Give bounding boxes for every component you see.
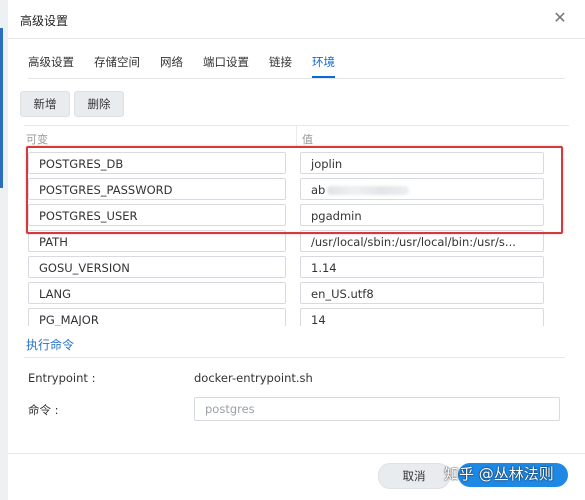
command-label: 命令 : [28, 403, 59, 417]
table-row: LANG en_US.utf8 [28, 282, 544, 304]
cancel-button[interactable]: 取消 [378, 463, 450, 489]
command-input[interactable]: postgres [194, 397, 560, 421]
table-row: GOSU_VERSION 1.14 [28, 256, 544, 278]
footer-divider [8, 453, 585, 454]
title-divider [8, 38, 585, 39]
tab-divider [28, 78, 565, 79]
header-value: 值 [302, 133, 313, 146]
add-button[interactable]: 新增 [20, 91, 70, 117]
tab-port-settings[interactable]: 端口设置 [203, 54, 249, 78]
tab-storage[interactable]: 存储空间 [94, 54, 140, 78]
tab-bar: 高级设置 存储空间 网络 端口设置 链接 环境 [28, 54, 355, 78]
watermark-text: 知乎 @丛林法则 [444, 465, 554, 483]
variable-name-field[interactable]: GOSU_VERSION [28, 256, 286, 278]
variable-value-field[interactable]: en_US.utf8 [300, 282, 544, 304]
section-divider [24, 357, 565, 358]
entrypoint-label: Entrypoint : [28, 371, 96, 385]
header-variable: 可变 [26, 133, 48, 146]
table-row: PG_MAJOR 14 [28, 308, 544, 326]
close-icon[interactable]: ✕ [551, 9, 569, 27]
advanced-settings-dialog: 高级设置 ✕ 高级设置 存储空间 网络 端口设置 链接 环境 新增 删除 可变 … [8, 0, 585, 500]
tab-network[interactable]: 网络 [160, 54, 183, 78]
header-divider [296, 126, 297, 146]
tab-links[interactable]: 链接 [269, 54, 292, 78]
variable-value-field[interactable]: 1.14 [300, 256, 544, 278]
tab-advanced[interactable]: 高级设置 [28, 54, 74, 78]
annotation-highlight-box [26, 146, 563, 234]
background-window-strip [0, 0, 8, 500]
entrypoint-value: docker-entrypoint.sh [194, 371, 313, 385]
execute-command-section-link[interactable]: 执行命令 [26, 336, 74, 353]
background-accent-bar [0, 28, 3, 188]
variable-value-field[interactable]: 14 [300, 308, 544, 326]
dialog-title: 高级设置 [20, 14, 69, 28]
variable-name-field[interactable]: PG_MAJOR [28, 308, 286, 326]
tab-environment[interactable]: 环境 [312, 54, 335, 78]
variable-name-field[interactable]: LANG [28, 282, 286, 304]
delete-button[interactable]: 删除 [74, 91, 124, 117]
